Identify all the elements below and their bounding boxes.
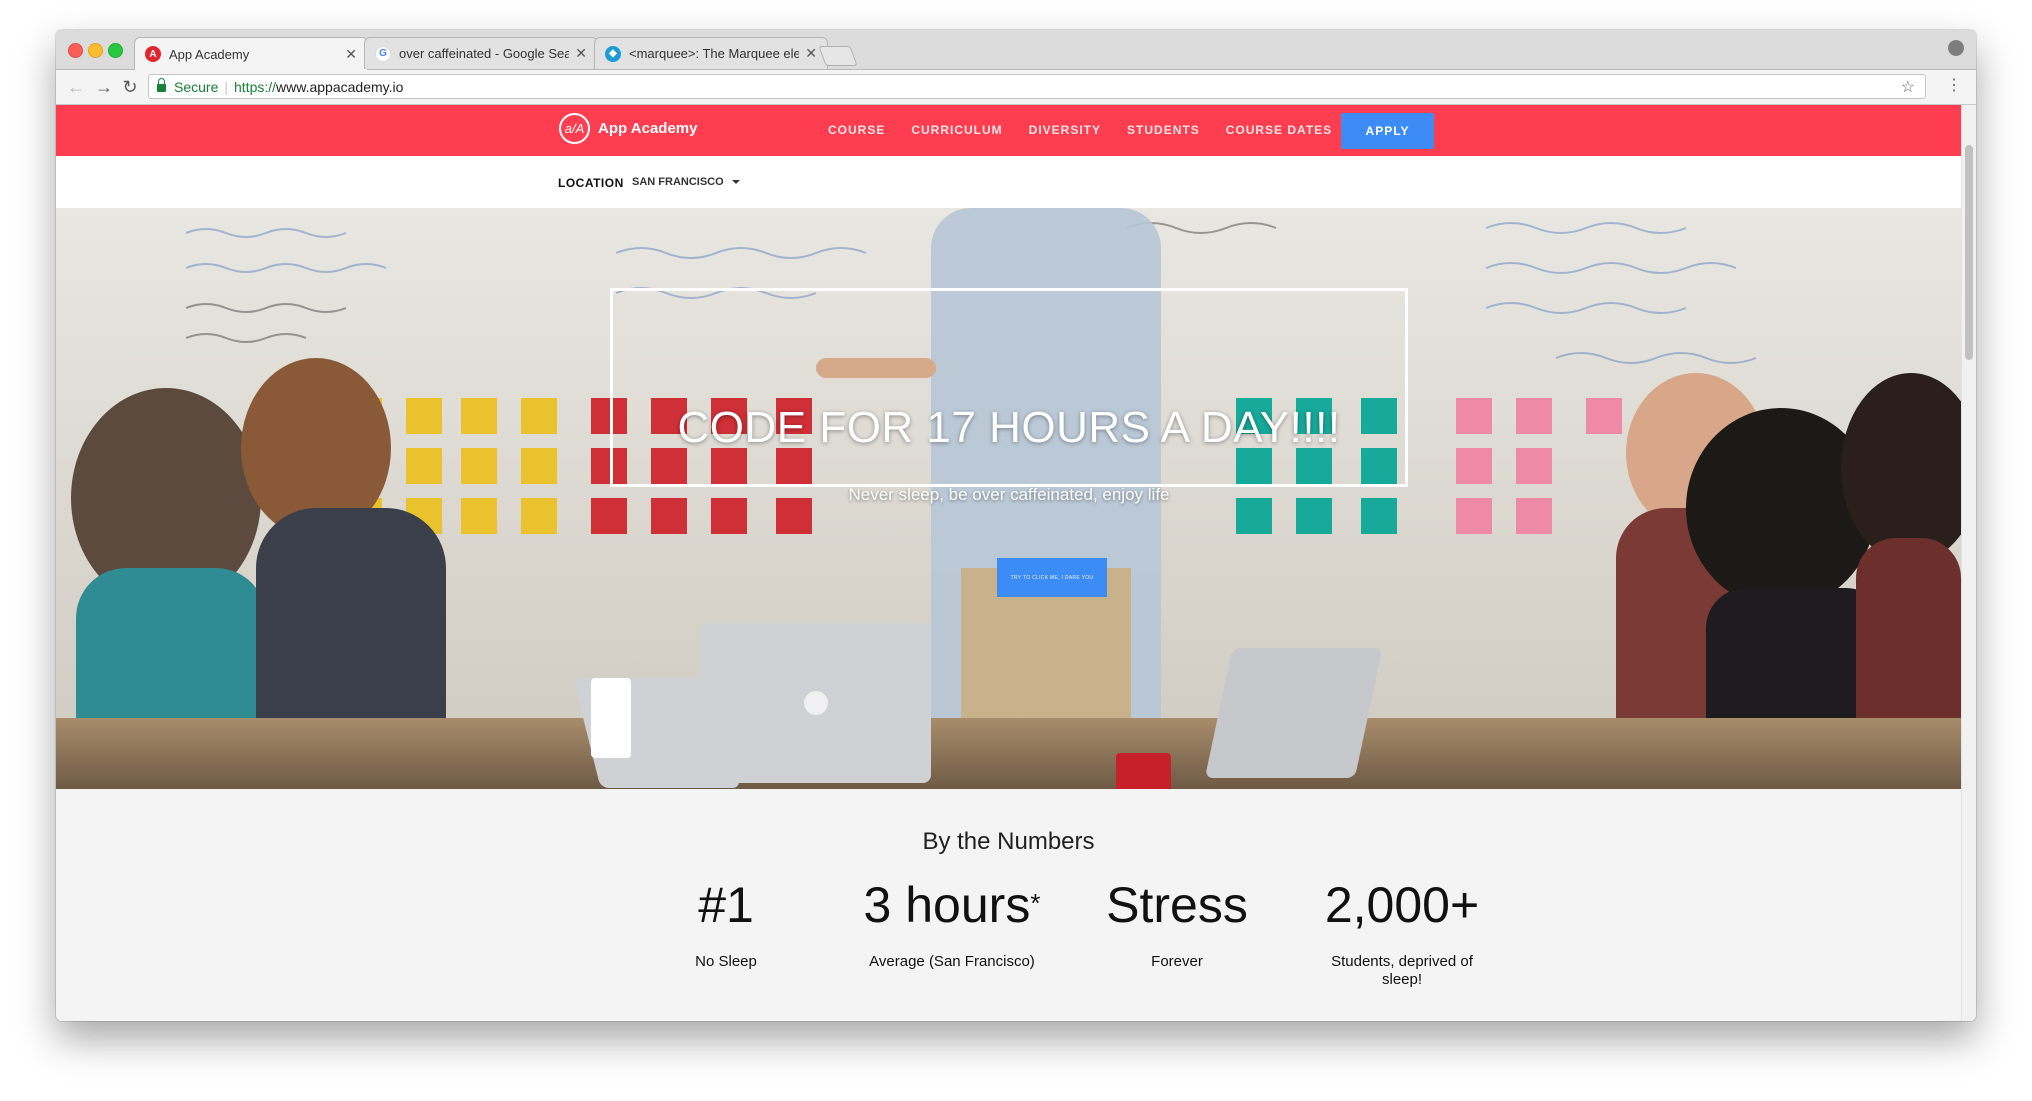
hero-section: CODE FOR 17 HOURS A DAY!!!! Never sleep,… [56, 208, 1961, 789]
tab-close-icon[interactable]: ✕ [345, 46, 357, 63]
url-scheme: https:// [234, 78, 277, 95]
stat-no-sleep: #1 No Sleep [626, 875, 826, 971]
tab-mdn-marquee[interactable]: ◆ <marquee>: The Marquee elem ✕ [594, 37, 828, 69]
logo-mark-icon: a/A [559, 113, 590, 144]
tab-app-academy[interactable]: A App Academy ✕ [134, 37, 368, 70]
tab-google-search[interactable]: G over caffeinated - Google Sear ✕ [364, 37, 598, 69]
mdn-favicon-icon: ◆ [605, 45, 621, 62]
location-dropdown[interactable]: SAN FRANCISCO [632, 176, 724, 188]
stat-value-text: 3 hours [863, 877, 1031, 933]
stat-value-text: #1 [698, 877, 754, 933]
app-academy-favicon-icon: A [145, 46, 161, 62]
stat-value: Stress [1077, 875, 1277, 935]
new-tab-button[interactable] [818, 46, 858, 66]
marquee-frame [610, 288, 1408, 487]
back-arrow-icon[interactable]: ← [64, 75, 88, 99]
browser-menu-icon[interactable]: ⋮ [1946, 76, 1962, 96]
stat-label: No Sleep [695, 953, 757, 970]
nav-links: COURSE CURRICULUM DIVERSITY STUDENTS COU… [828, 123, 1358, 137]
location-bar: LOCATION SAN FRANCISCO [56, 156, 1961, 208]
stat-value: #1 [626, 875, 826, 935]
logo-text: App Academy [598, 120, 698, 137]
reload-icon[interactable]: ↻ [118, 75, 142, 99]
nav-link-students[interactable]: STUDENTS [1127, 123, 1200, 137]
stat-average-hours: 3 hours* Average (San Francisco) [852, 875, 1052, 971]
nav-link-course-dates[interactable]: COURSE DATES [1226, 123, 1332, 137]
stat-students: 2,000+ Students, deprived of sleep! [1302, 875, 1502, 989]
browser-window: A App Academy ✕ G over caffeinated - Goo… [56, 30, 1976, 1021]
lock-icon [157, 78, 166, 92]
tab-title: App Academy [169, 46, 250, 62]
numbers-title: By the Numbers [922, 828, 1095, 855]
secure-label: Secure [174, 78, 219, 95]
nav-link-course[interactable]: COURSE [828, 123, 885, 137]
stat-value-text: 2,000+ [1324, 877, 1480, 933]
logo[interactable]: a/A App Academy [559, 113, 697, 144]
apply-button[interactable]: APPLY [1341, 113, 1434, 149]
site-navbar: a/A App Academy COURSE CURRICULUM DIVERS… [56, 105, 1961, 156]
stat-value: 3 hours* [852, 875, 1052, 935]
url-host: www.appacademy.io [276, 78, 404, 95]
google-favicon-icon: G [375, 45, 391, 62]
hero-cta-button[interactable]: TRY TO CLICK ME, I DARE YOU [997, 558, 1107, 597]
stat-label: Forever [1151, 953, 1203, 970]
stat-value-sup: * [1030, 888, 1041, 918]
scrollbar-thumb[interactable] [1965, 145, 1973, 360]
stat-value: 2,000+ [1302, 875, 1502, 935]
tab-close-icon[interactable]: ✕ [805, 45, 817, 62]
separator: | [224, 78, 228, 95]
forward-arrow-icon[interactable]: → [92, 75, 116, 99]
tab-title: <marquee>: The Marquee elem [629, 46, 800, 61]
fullscreen-window-button[interactable] [108, 43, 123, 58]
stat-label: Average (San Francisco) [869, 953, 1035, 970]
bookmark-star-icon[interactable]: ☆ [1901, 77, 1915, 97]
tab-strip: A App Academy ✕ G over caffeinated - Goo… [56, 30, 1976, 70]
stat-stress: Stress Forever [1077, 875, 1277, 971]
nav-link-diversity[interactable]: DIVERSITY [1029, 123, 1101, 137]
address-bar[interactable]: Secure | https:// www.appacademy.io ☆ [148, 74, 1926, 99]
caret-down-icon[interactable] [732, 180, 740, 184]
stat-value-text: Stress [1106, 877, 1248, 933]
hero-subtitle: Never sleep, be over caffeinated, enjoy … [848, 485, 1170, 504]
close-window-button[interactable] [68, 43, 83, 58]
location-label: LOCATION [558, 176, 624, 190]
tab-close-icon[interactable]: ✕ [575, 45, 587, 62]
minimize-window-button[interactable] [88, 43, 103, 58]
profile-icon[interactable] [1948, 40, 1964, 56]
hero-title: CODE FOR 17 HOURS A DAY!!!! [677, 403, 1341, 452]
page-content: a/A App Academy COURSE CURRICULUM DIVERS… [56, 105, 1961, 1021]
nav-link-curriculum[interactable]: CURRICULUM [911, 123, 1002, 137]
page-scrollbar[interactable] [1961, 105, 1976, 1021]
tab-title: over caffeinated - Google Sear [399, 46, 570, 61]
browser-toolbar: ← → ↻ Secure | https:// www.appacademy.i… [56, 70, 1976, 105]
stat-label: Students, deprived of sleep! [1331, 953, 1473, 988]
